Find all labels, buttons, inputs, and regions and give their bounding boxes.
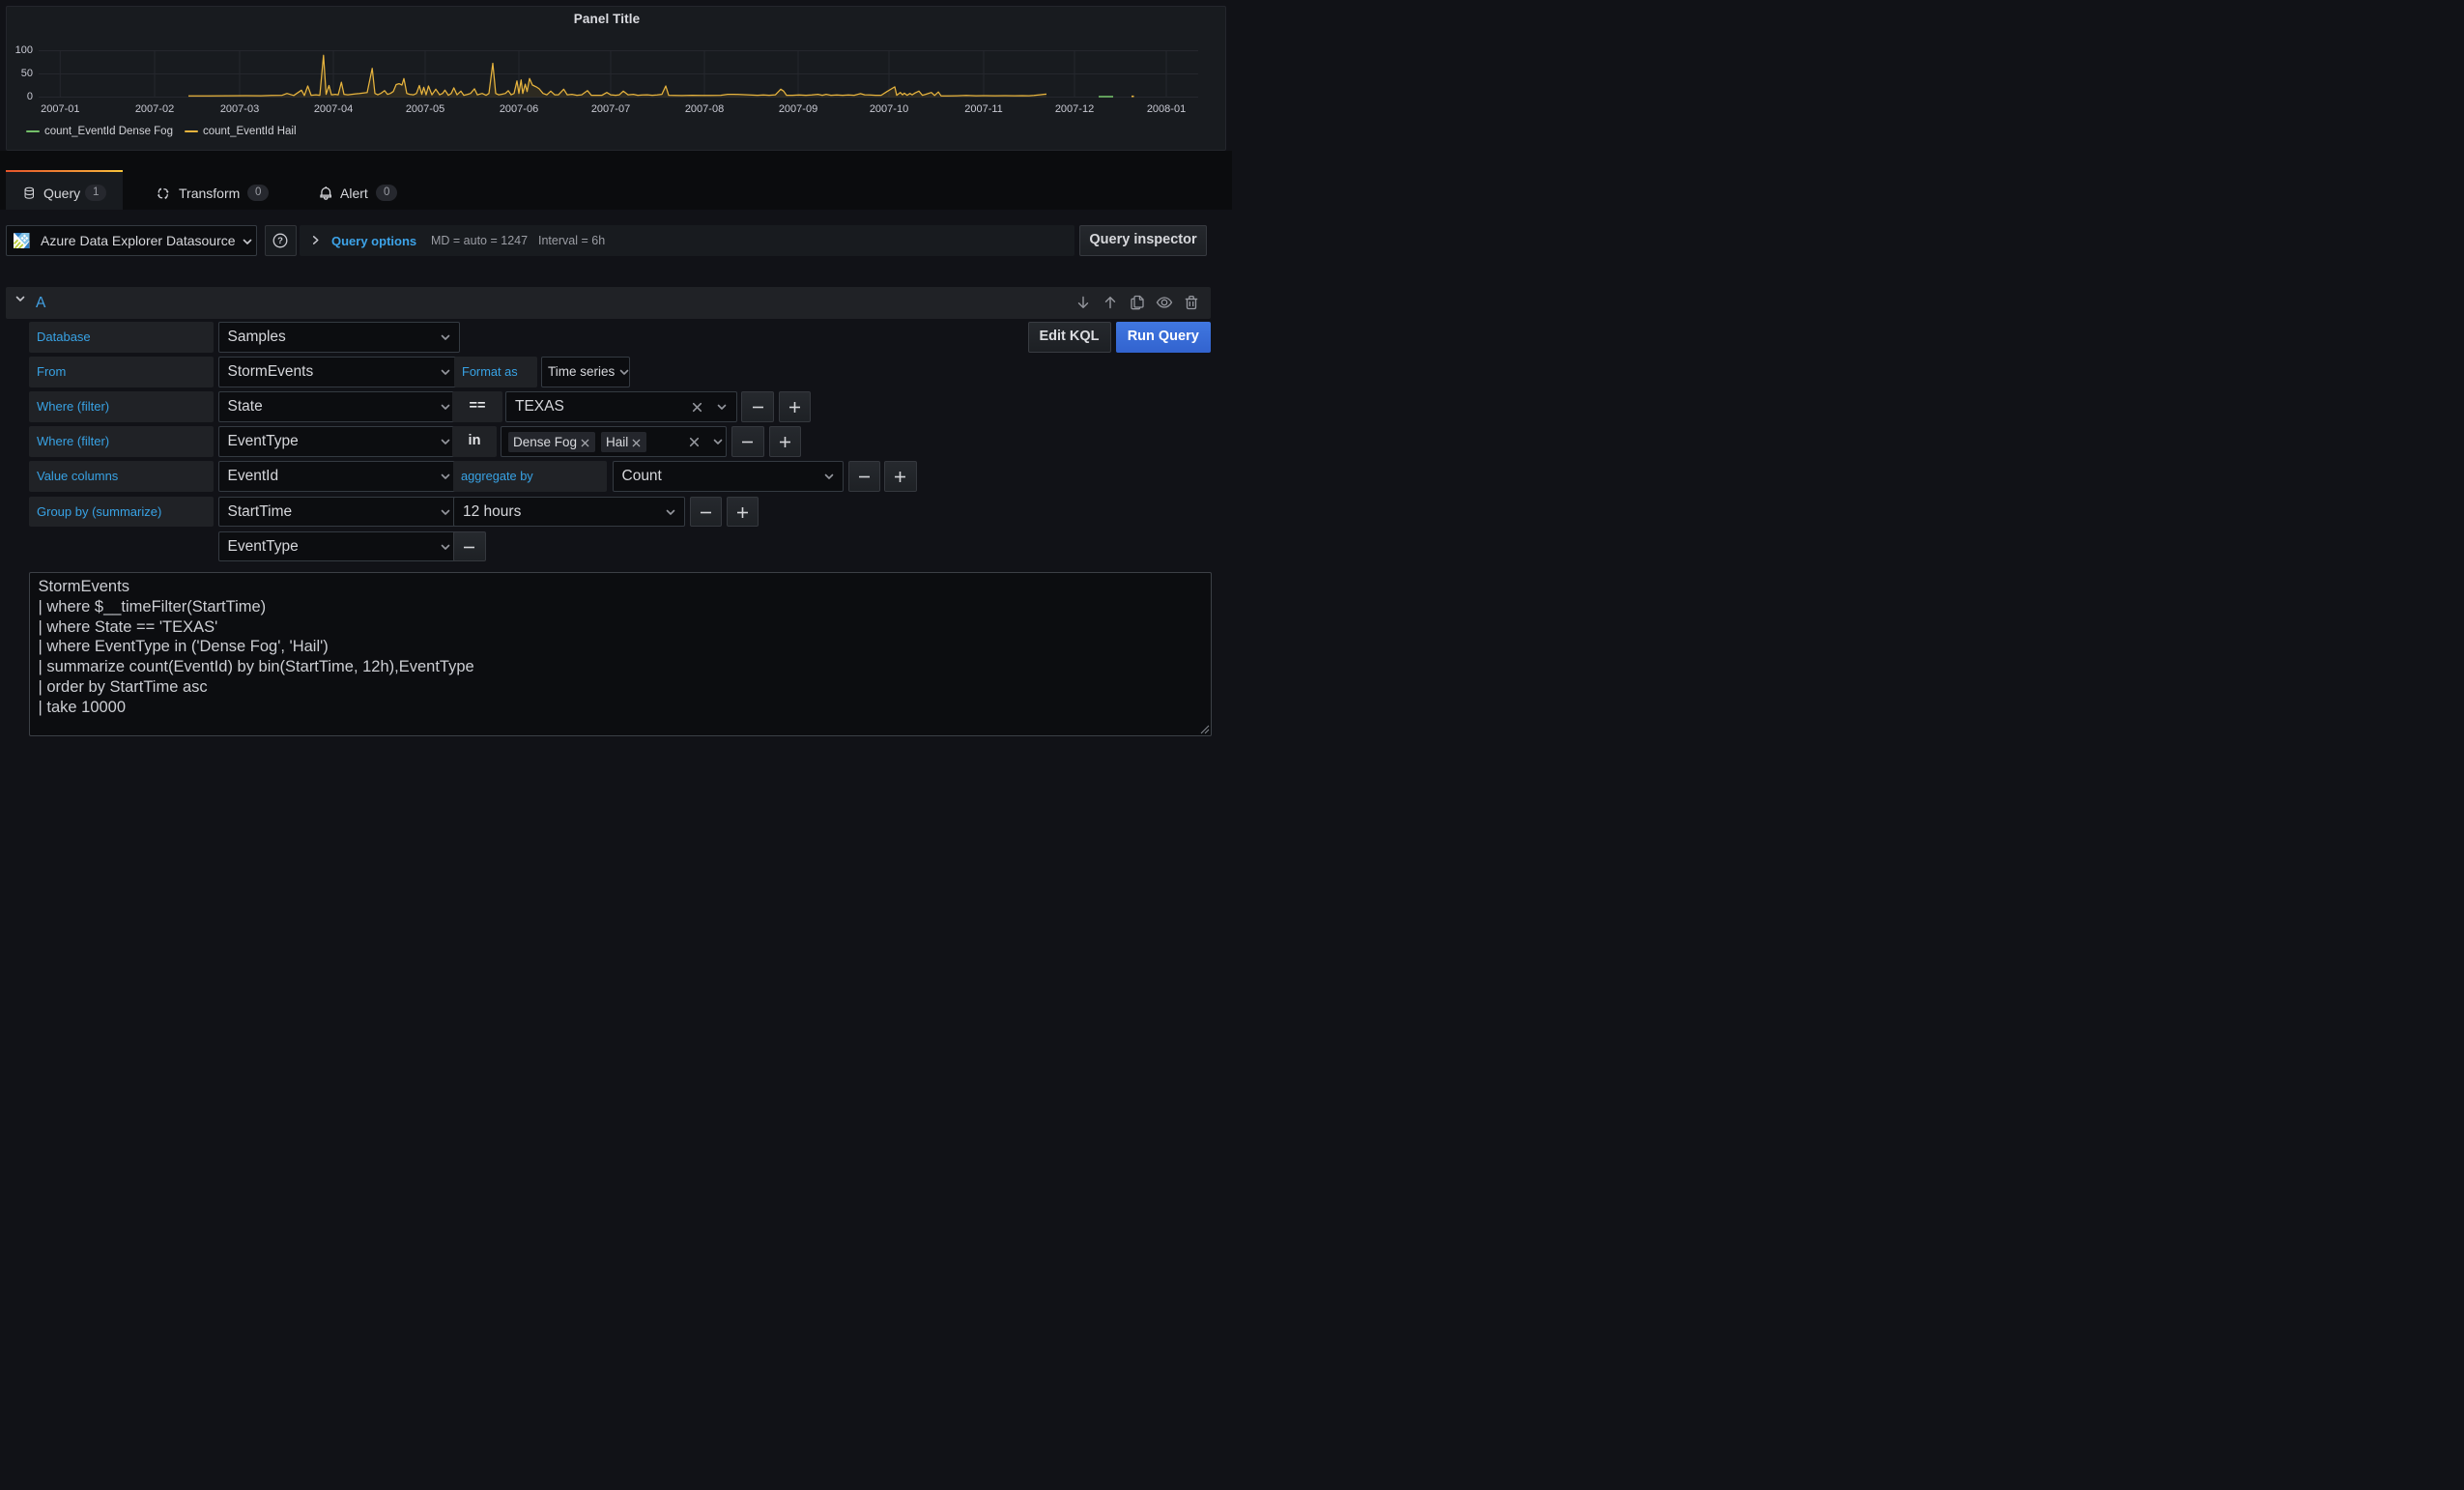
svg-text:?: ? (277, 236, 283, 246)
